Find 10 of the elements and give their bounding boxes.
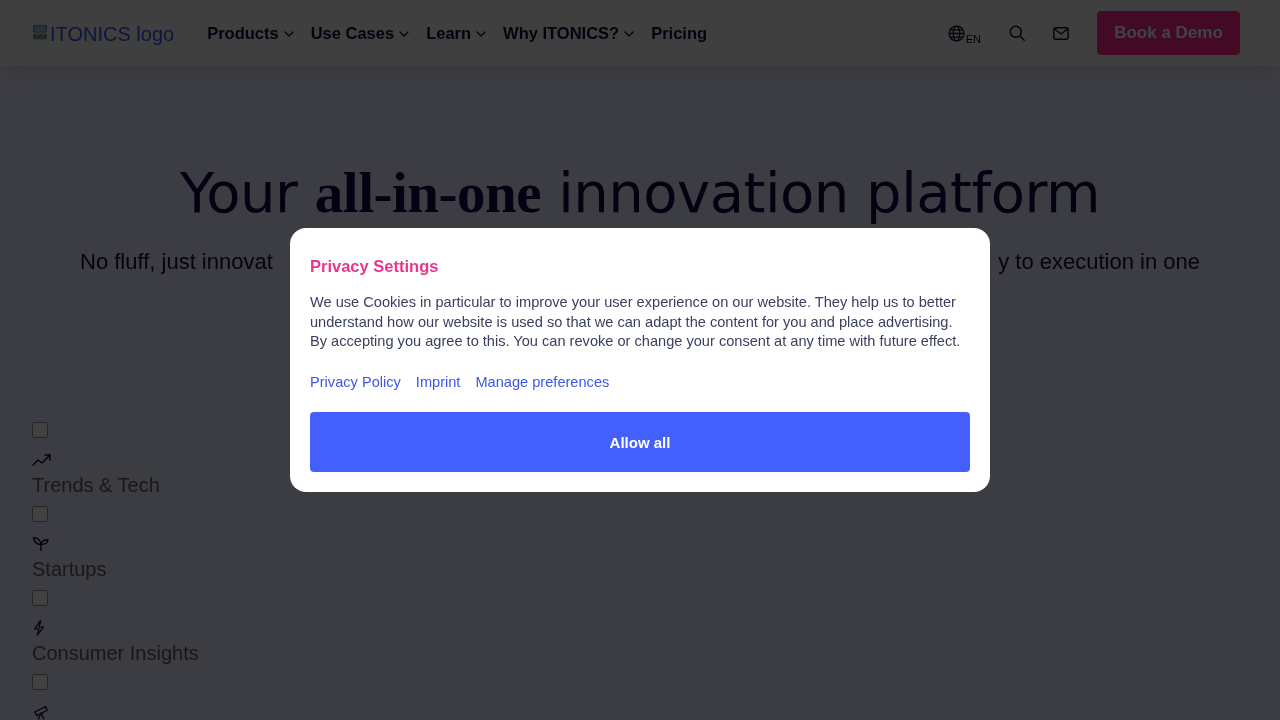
allow-all-button[interactable]: Allow all [310,412,970,472]
dialog-text: We use Cookies in particular to improve your user experience on our website. They help us to better understand how our website is used so that we can adapt the content for you and place advertising. By accepting you agree to this. You can revoke or change your consent at any time with future effect. [310,293,962,352]
dialog-link[interactable]: Manage preferences [475,372,610,393]
dialog-link[interactable]: Imprint [415,372,461,393]
hero-subtitle: y to execution in one [998,248,1200,276]
hero-subtitle: No fluff, just innovat [80,248,273,276]
dialog-title: Privacy Settings [310,256,440,277]
hero-heading: Your all-in-one innovation platform [178,160,1102,226]
nav-menu-item[interactable]: Pricing [651,23,708,43]
dialog-link[interactable]: Privacy Policy [310,372,401,393]
